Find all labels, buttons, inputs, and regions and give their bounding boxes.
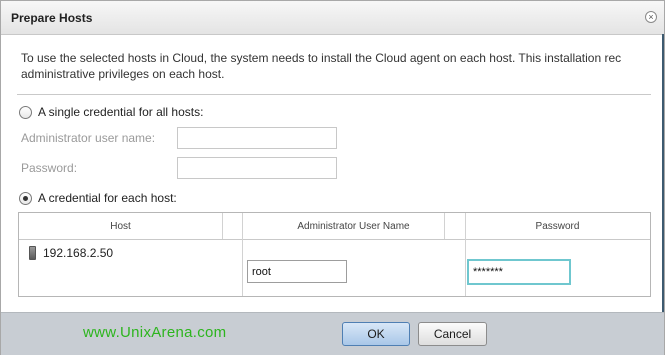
- divider: [17, 94, 651, 95]
- dialog-titlebar: Prepare Hosts ×: [1, 1, 664, 35]
- column-header-host[interactable]: Host: [19, 213, 222, 239]
- password-label: Password:: [21, 161, 78, 175]
- host-cell: 192.168.2.50: [29, 246, 113, 260]
- grid-header: Host Administrator User Name Password: [19, 213, 650, 240]
- server-icon: [29, 246, 36, 260]
- column-header-password[interactable]: Password: [465, 213, 650, 239]
- per-host-credential-label: A credential for each host:: [38, 191, 177, 205]
- dialog-footer: www.UnixArena.com OK Cancel: [1, 312, 664, 355]
- watermark-text: www.UnixArena.com: [83, 324, 227, 341]
- admin-user-name-input[interactable]: [177, 127, 337, 149]
- cancel-button[interactable]: Cancel: [418, 322, 487, 346]
- row-password-input[interactable]: [467, 259, 571, 285]
- ok-button[interactable]: OK: [342, 322, 410, 346]
- intro-line-1: To use the selected hosts in Cloud, the …: [21, 51, 622, 65]
- column-resize-handle[interactable]: [222, 213, 223, 239]
- close-icon[interactable]: ×: [645, 11, 657, 23]
- admin-user-name-label: Administrator user name:: [21, 131, 156, 145]
- single-credential-radio[interactable]: [19, 106, 32, 119]
- window-edge: [662, 34, 664, 312]
- dialog-title: Prepare Hosts: [11, 11, 93, 25]
- column-divider: [242, 213, 243, 296]
- row-admin-user-input[interactable]: [247, 260, 347, 283]
- per-host-credential-radio[interactable]: [19, 192, 32, 205]
- single-credential-label: A single credential for all hosts:: [38, 105, 204, 119]
- column-header-admin-user-name[interactable]: Administrator User Name: [242, 213, 465, 239]
- intro-line-2: administrative privileges on each host.: [21, 67, 225, 81]
- prepare-hosts-dialog: Prepare Hosts × To use the selected host…: [0, 0, 665, 355]
- host-address: 192.168.2.50: [43, 246, 114, 260]
- column-resize-handle[interactable]: [444, 213, 445, 239]
- password-input[interactable]: [177, 157, 337, 179]
- column-divider: [465, 213, 466, 296]
- credentials-grid: Host Administrator User Name Password 19…: [18, 212, 651, 297]
- intro-text: To use the selected hosts in Cloud, the …: [21, 50, 651, 82]
